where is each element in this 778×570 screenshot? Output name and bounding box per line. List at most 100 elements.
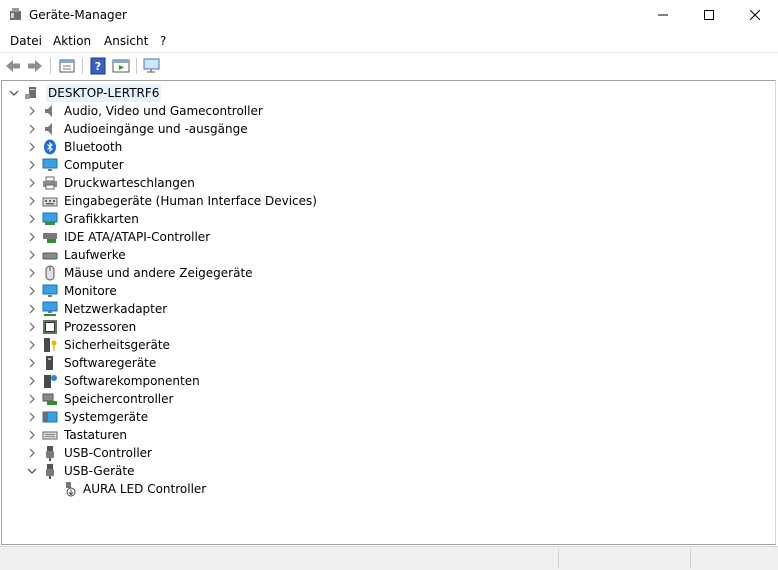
chevron-right-icon[interactable] <box>26 339 38 351</box>
tree-item-label: Softwaregeräte <box>64 356 157 370</box>
tree-item-label: Prozessoren <box>64 320 137 334</box>
system-device-icon <box>42 411 58 423</box>
menu-help[interactable]: ? <box>160 34 166 48</box>
tree-item-label: AURA LED Controller <box>83 482 207 496</box>
monitor-icon <box>42 284 58 297</box>
chevron-right-icon[interactable] <box>26 321 38 333</box>
tree-root[interactable]: DESKTOP-LERTRF6 <box>8 84 162 102</box>
chevron-right-icon[interactable] <box>26 159 38 171</box>
tree-item-label: Audioeingänge und -ausgänge <box>64 122 248 136</box>
storage-controller-icon <box>42 393 57 405</box>
tree-item-drives[interactable]: Laufwerke <box>26 246 126 264</box>
monitor-icon <box>42 158 58 171</box>
chevron-right-icon[interactable] <box>26 429 38 441</box>
tree-item-aura-led-controller[interactable]: AURA LED Controller <box>61 480 206 498</box>
tree-item-network[interactable]: Netzwerkadapter <box>26 300 167 318</box>
tree-item-label: USB-Controller <box>64 446 152 460</box>
software-device-icon <box>46 356 53 370</box>
properties-icon[interactable] <box>58 57 76 75</box>
run-icon[interactable] <box>112 57 130 75</box>
tree-item-label: Netzwerkadapter <box>64 302 168 316</box>
tree-item-audio-io[interactable]: Audioeingänge und -ausgänge <box>26 120 248 138</box>
forward-arrow-icon[interactable] <box>26 57 44 75</box>
graphics-card-icon <box>42 212 58 225</box>
menu-bar: Datei Aktion Ansicht ? <box>0 31 778 51</box>
chevron-right-icon[interactable] <box>26 213 38 225</box>
chevron-right-icon[interactable] <box>26 267 38 279</box>
tree-item-monitors[interactable]: Monitore <box>26 282 117 300</box>
maximize-icon <box>704 10 714 20</box>
monitor-scan-icon[interactable] <box>143 57 161 75</box>
toolbar-separator <box>82 58 83 74</box>
tree-item-bluetooth[interactable]: Bluetooth <box>26 138 122 156</box>
chevron-right-icon[interactable] <box>26 195 38 207</box>
tree-item-keyboards[interactable]: Tastaturen <box>26 426 127 444</box>
chevron-right-icon[interactable] <box>26 393 38 405</box>
tree-item-graphics[interactable]: Grafikkarten <box>26 210 139 228</box>
tree-item-print-queues[interactable]: Druckwarteschlangen <box>26 174 195 192</box>
chevron-right-icon[interactable] <box>26 447 38 459</box>
tree-item-security[interactable]: Sicherheitsgeräte <box>26 336 170 354</box>
tree-item-label: Computer <box>64 158 124 172</box>
menu-ansicht[interactable]: Ansicht <box>104 34 148 48</box>
tree-item-label: Audio, Video und Gamecontroller <box>64 104 263 118</box>
close-button[interactable] <box>732 0 778 30</box>
chevron-right-icon[interactable] <box>26 303 38 315</box>
tree-item-label: Softwarekomponenten <box>64 374 200 388</box>
chevron-right-icon[interactable] <box>26 357 38 369</box>
tree-item-audio-video[interactable]: Audio, Video und Gamecontroller <box>26 102 263 120</box>
processor-icon <box>43 320 57 334</box>
status-divider <box>558 549 559 568</box>
chevron-right-icon[interactable] <box>26 285 38 297</box>
tree-item-usb-devices[interactable]: USB-Geräte <box>26 462 134 480</box>
bluetooth-icon <box>44 139 56 155</box>
tree-item-label: Sicherheitsgeräte <box>64 338 170 352</box>
toolbar: ? <box>0 52 778 79</box>
chevron-down-icon[interactable] <box>8 87 20 99</box>
tree-item-label: Tastaturen <box>64 428 127 442</box>
title-bar: Geräte-Manager <box>0 0 778 30</box>
tree-item-label: Mäuse und andere Zeigegeräte <box>64 266 253 280</box>
chevron-right-icon[interactable] <box>26 231 38 243</box>
keyboard-icon <box>42 431 58 440</box>
chevron-right-icon[interactable] <box>26 141 38 153</box>
chevron-right-icon[interactable] <box>26 249 38 261</box>
minimize-button[interactable] <box>640 0 686 30</box>
tree-item-label: Speichercontroller <box>64 392 174 406</box>
tree-item-storage-controllers[interactable]: Speichercontroller <box>26 390 173 408</box>
chevron-right-icon[interactable] <box>26 177 38 189</box>
close-icon <box>750 10 760 20</box>
chevron-right-icon[interactable] <box>26 123 38 135</box>
tree-item-system-devices[interactable]: Systemgeräte <box>26 408 148 426</box>
tree-item-computer[interactable]: Computer <box>26 156 124 174</box>
tree-item-usb-controller[interactable]: USB-Controller <box>26 444 152 462</box>
tree-item-software-components[interactable]: Softwarekomponenten <box>26 372 200 390</box>
minimize-icon <box>658 14 668 16</box>
tree-item-hid[interactable]: Eingabegeräte (Human Interface Devices) <box>26 192 317 210</box>
chevron-right-icon[interactable] <box>26 411 38 423</box>
tree-item-label: Monitore <box>64 284 117 298</box>
hid-keyboard-icon <box>42 197 58 207</box>
menu-aktion[interactable]: Aktion <box>53 34 91 48</box>
speaker-icon <box>45 123 52 135</box>
mouse-icon <box>45 265 55 281</box>
menu-datei[interactable]: Datei <box>10 34 42 48</box>
device-tree[interactable]: DESKTOP-LERTRF6 Audio, Video und Gamecon… <box>1 80 776 545</box>
tree-item-mice[interactable]: Mäuse und andere Zeigegeräte <box>26 264 253 282</box>
status-divider <box>690 549 691 568</box>
window-title: Geräte-Manager <box>29 8 127 22</box>
chevron-down-icon[interactable] <box>26 465 38 477</box>
ide-controller-icon <box>43 233 57 243</box>
help-icon[interactable]: ? <box>89 57 107 75</box>
computer-icon <box>25 87 36 99</box>
root-label: DESKTOP-LERTRF6 <box>46 84 162 102</box>
tree-item-processors[interactable]: Prozessoren <box>26 318 136 336</box>
chevron-right-icon[interactable] <box>26 375 38 387</box>
tree-item-label: IDE ATA/ATAPI-Controller <box>64 230 211 244</box>
usb-icon <box>46 464 54 479</box>
tree-item-software-devices[interactable]: Softwaregeräte <box>26 354 156 372</box>
back-arrow-icon[interactable] <box>4 57 22 75</box>
tree-item-ide[interactable]: IDE ATA/ATAPI-Controller <box>26 228 210 246</box>
maximize-button[interactable] <box>686 0 732 30</box>
chevron-right-icon[interactable] <box>26 105 38 117</box>
